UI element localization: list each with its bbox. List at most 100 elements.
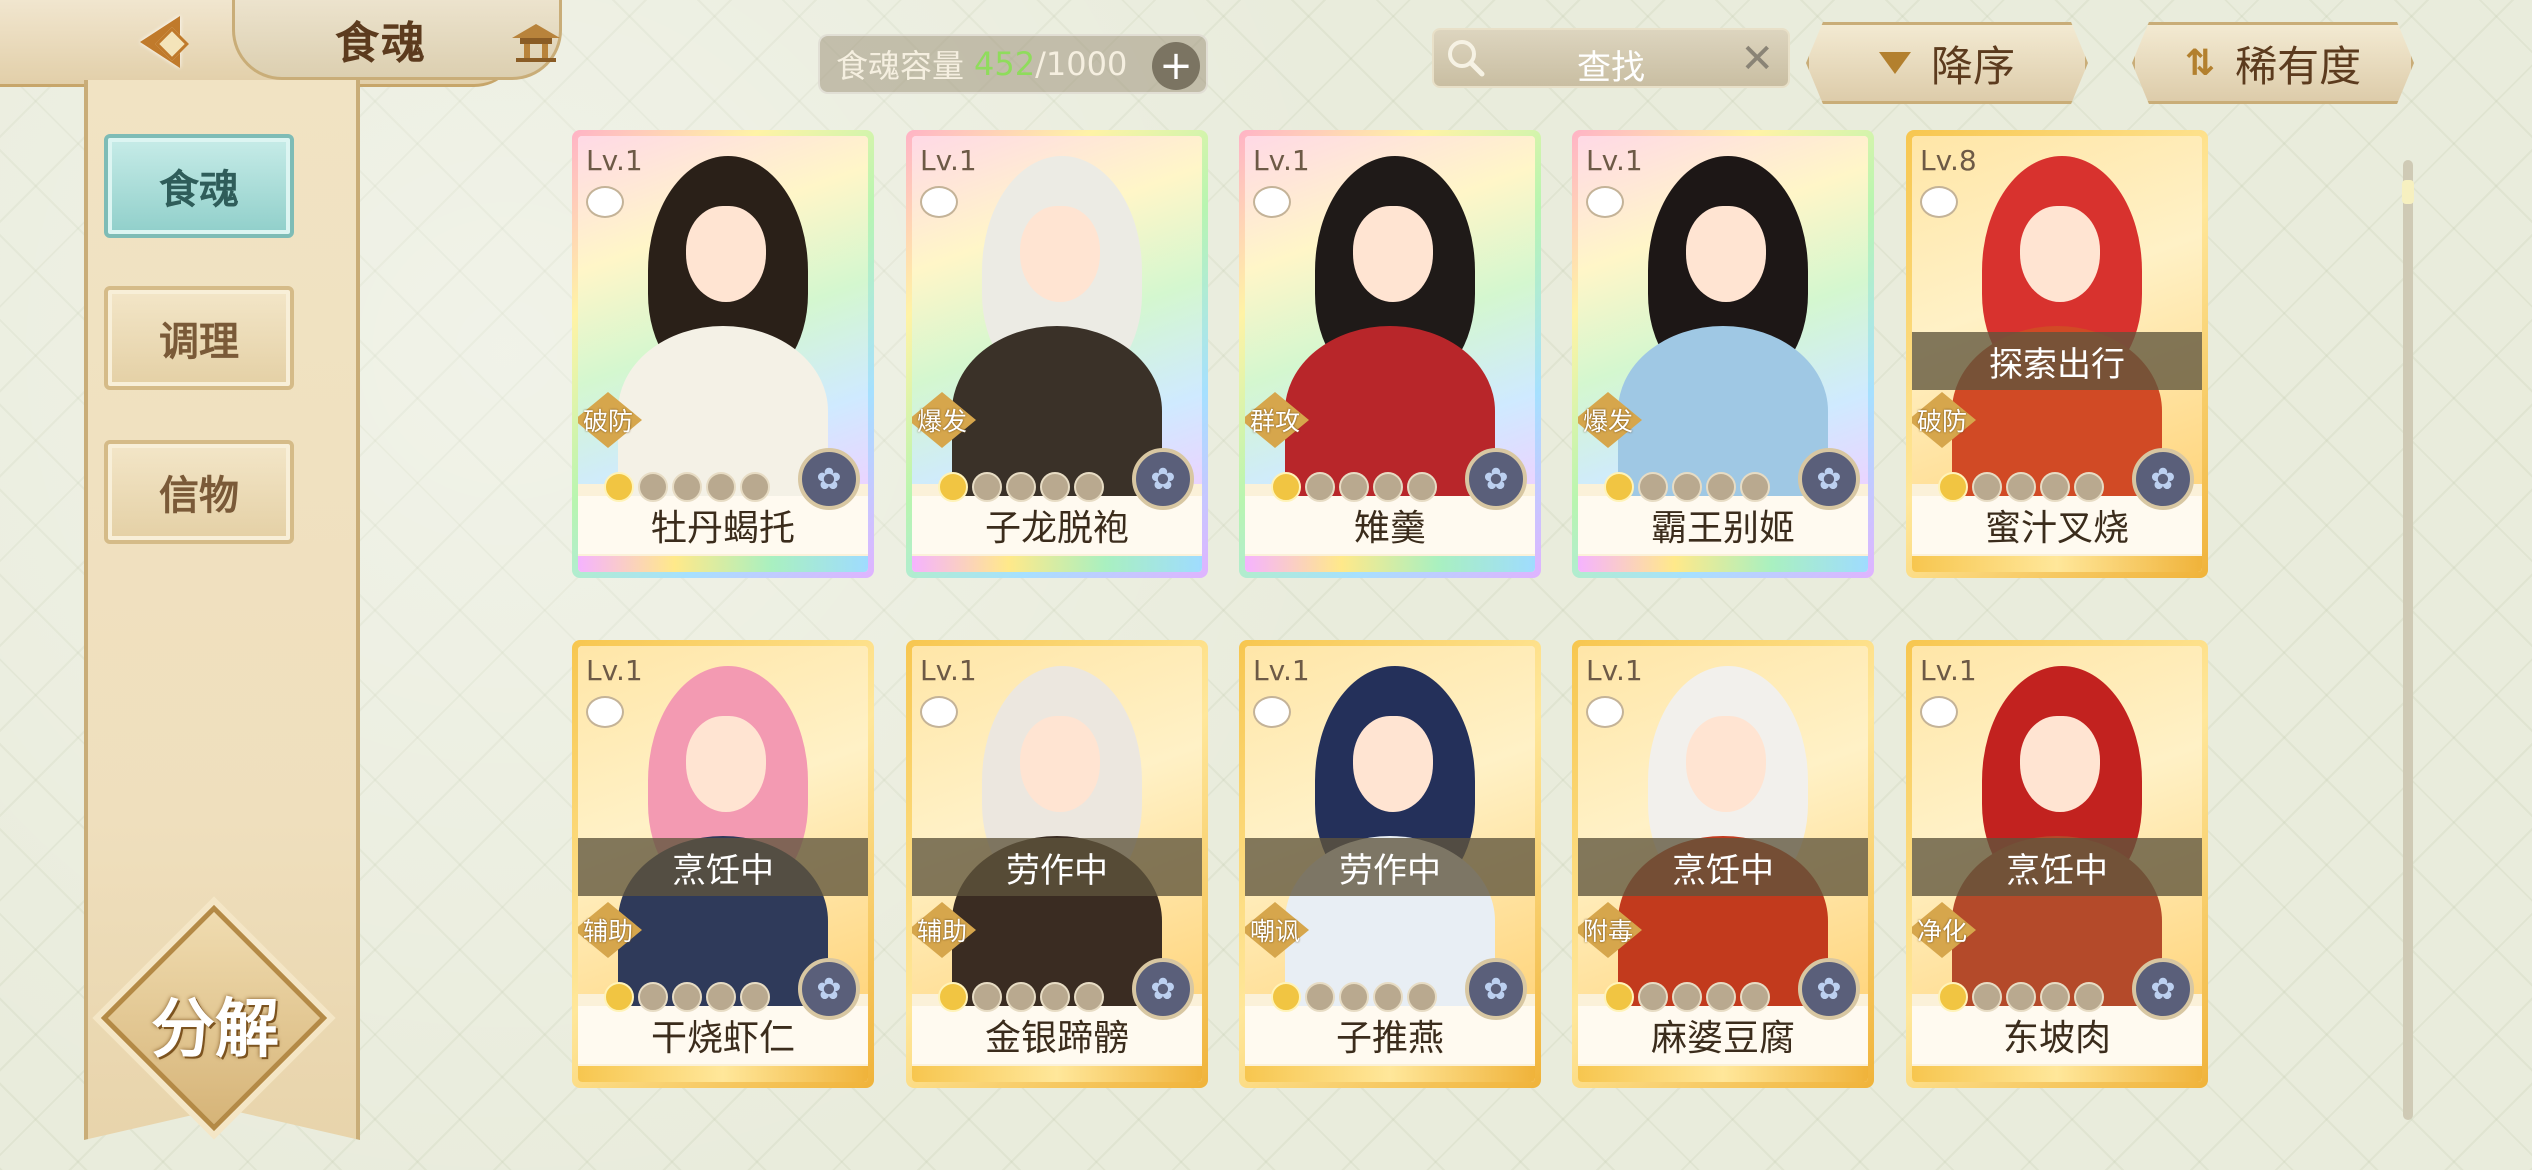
star-icon (1740, 472, 1770, 502)
star-icon (1074, 982, 1104, 1012)
card-level: Lv.1 (586, 144, 643, 177)
close-icon[interactable]: ✕ (1740, 36, 1774, 82)
star-icon (1938, 982, 1968, 1012)
pavilion-icon[interactable] (508, 22, 564, 62)
portrait-face (1020, 206, 1100, 302)
scroll-thumb[interactable] (2402, 180, 2414, 204)
food-soul-card[interactable]: Lv.1 劳作中 辅助 ✿ 金银蹄髈 (906, 640, 1208, 1088)
star-icon (1339, 472, 1369, 502)
star-icon (740, 472, 770, 502)
star-icon (604, 472, 634, 502)
card-name: 麻婆豆腐 (1650, 1018, 1795, 1059)
portrait-face (686, 206, 766, 302)
rarity-bar (1912, 556, 2202, 572)
star-icon (1305, 982, 1335, 1012)
capacity-label: 食魂容量 (836, 47, 965, 85)
tab-seasoning[interactable]: 调理 (104, 286, 294, 390)
role-tag-label: 辅助 (916, 917, 967, 946)
search-input[interactable]: 查找 ✕ (1432, 28, 1790, 88)
scrollbar[interactable] (2402, 160, 2414, 1120)
star-icon (2074, 982, 2104, 1012)
card-level: Lv.1 (1253, 654, 1310, 687)
star-icon (1040, 472, 1070, 502)
star-icon (1407, 982, 1437, 1012)
star-icon (1373, 982, 1403, 1012)
star-icon (2040, 982, 2070, 1012)
rarity-bar (1245, 1066, 1535, 1082)
status-banner: 探索出行 (1912, 332, 2202, 390)
role-tag-label: 净化 (1916, 917, 1967, 946)
food-soul-card[interactable]: Lv.1 烹饪中 净化 ✿ 东坡肉 (1906, 640, 2208, 1088)
tab-tokens[interactable]: 信物 (104, 440, 294, 544)
card-name: 子推燕 (1335, 1018, 1444, 1059)
rarity-bar (578, 556, 868, 572)
egg-icon (1253, 696, 1291, 728)
capacity-max: /1000 (1035, 45, 1128, 83)
add-capacity-button[interactable]: + (1152, 42, 1200, 90)
card-level: Lv.1 (1586, 144, 1643, 177)
flower-emblem-icon: ✿ (1465, 958, 1527, 1020)
food-soul-card[interactable]: Lv.8 探索出行 破防 ✿ 蜜汁叉烧 (1906, 130, 2208, 578)
food-soul-card[interactable]: Lv.1 群攻 ✿ 雉羹 (1239, 130, 1541, 578)
card-frame: Lv.1 群攻 ✿ 雉羹 (1245, 136, 1535, 572)
portrait-face (2020, 206, 2100, 302)
star-rating (938, 982, 1104, 1012)
food-soul-card[interactable]: Lv.1 劳作中 嘲讽 ✿ 子推燕 (1239, 640, 1541, 1088)
food-soul-card[interactable]: Lv.1 烹饪中 辅助 ✿ 干烧虾仁 (572, 640, 874, 1088)
role-tag-label: 爆发 (916, 407, 967, 436)
card-name: 霸王别姬 (1650, 508, 1795, 549)
decompose-label: 分解 (151, 992, 279, 1067)
portrait-face (1353, 206, 1433, 302)
egg-icon (1586, 696, 1624, 728)
food-soul-card[interactable]: Lv.1 烹饪中 附毒 ✿ 麻婆豆腐 (1572, 640, 1874, 1088)
card-frame: Lv.1 爆发 ✿ 子龙脱袍 (912, 136, 1202, 572)
egg-icon (586, 696, 624, 728)
sort-order-button[interactable]: 降序 (1806, 22, 2088, 104)
card-level: Lv.1 (1253, 144, 1310, 177)
rarity-bar (912, 556, 1202, 572)
star-icon (604, 982, 634, 1012)
flower-emblem-icon: ✿ (1798, 448, 1860, 510)
portrait-outfit (618, 326, 828, 496)
back-button[interactable] (110, 10, 210, 74)
status-banner: 烹饪中 (1912, 838, 2202, 896)
star-icon (1706, 472, 1736, 502)
page-title: 食魂 (335, 17, 427, 69)
food-soul-card[interactable]: Lv.1 破防 ✿ 牡丹蝎托 (572, 130, 874, 578)
card-frame: Lv.1 劳作中 辅助 ✿ 金银蹄髈 (912, 646, 1202, 1082)
search-placeholder: 查找 (1577, 48, 1645, 88)
star-rating (604, 982, 770, 1012)
star-icon (1740, 982, 1770, 1012)
star-rating (1604, 982, 1770, 1012)
egg-icon (1920, 186, 1958, 218)
portrait-face (1686, 206, 1766, 302)
food-soul-card[interactable]: Lv.1 爆发 ✿ 子龙脱袍 (906, 130, 1208, 578)
role-tag-label: 附毒 (1582, 917, 1633, 946)
capacity-current: 452 (974, 45, 1036, 83)
portrait-outfit (1285, 326, 1495, 496)
star-icon (1672, 472, 1702, 502)
portrait-face (686, 716, 766, 812)
tab-food-souls[interactable]: 食魂 (104, 134, 294, 238)
star-icon (740, 982, 770, 1012)
flower-emblem-icon: ✿ (2132, 448, 2194, 510)
egg-icon (920, 186, 958, 218)
food-soul-card[interactable]: Lv.1 爆发 ✿ 霸王别姬 (1572, 130, 1874, 578)
star-icon (672, 982, 702, 1012)
card-level: Lv.1 (1586, 654, 1643, 687)
star-icon (706, 982, 736, 1012)
flower-emblem-icon: ✿ (2132, 958, 2194, 1020)
star-icon (706, 472, 736, 502)
rarity-bar (1578, 1066, 1868, 1082)
star-icon (938, 472, 968, 502)
star-icon (2006, 982, 2036, 1012)
star-icon (2040, 472, 2070, 502)
rarity-filter-button[interactable]: ⇅ 稀有度 (2132, 22, 2414, 104)
star-icon (638, 472, 668, 502)
star-icon (1972, 472, 2002, 502)
portrait-outfit (1618, 326, 1828, 496)
card-name: 雉羹 (1353, 508, 1426, 549)
star-icon (1006, 982, 1036, 1012)
tab-tokens-label: 信物 (159, 472, 239, 519)
star-icon (972, 472, 1002, 502)
